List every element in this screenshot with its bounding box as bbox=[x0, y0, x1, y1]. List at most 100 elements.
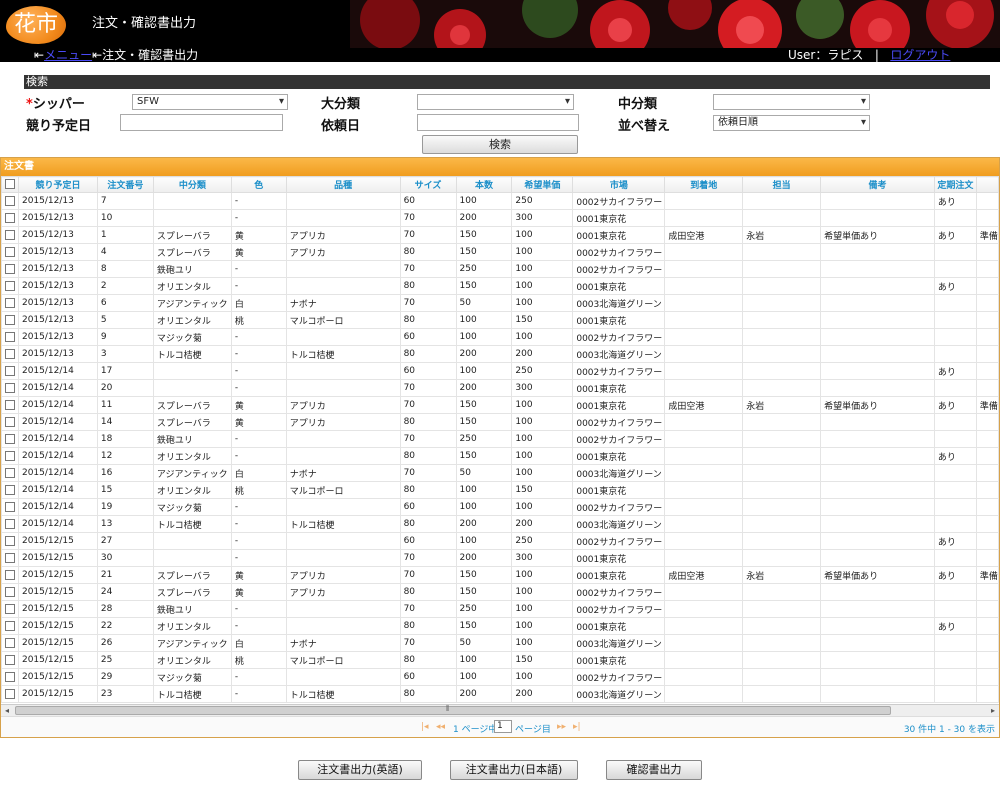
table-row[interactable]: 2015/12/15 27 - 60 100 250 0002サカイフラワー あり bbox=[1, 532, 999, 550]
table-row[interactable]: 2015/12/15 22 オリエンタル - 80 150 100 0001東京花 あり bbox=[1, 617, 999, 635]
mid-category-select[interactable] bbox=[713, 94, 870, 110]
row-checkbox[interactable] bbox=[1, 447, 19, 465]
column-header[interactable]: 定期注文 bbox=[933, 176, 977, 193]
column-header[interactable]: 備考 bbox=[820, 176, 935, 193]
row-checkbox[interactable] bbox=[1, 651, 19, 669]
table-row[interactable]: 2015/12/13 9 マジック菊 -60 100 100 0002サカイフラワー bbox=[1, 328, 999, 346]
prev-page-icon[interactable]: ◂◂ bbox=[436, 722, 445, 732]
table-row[interactable]: 2015/12/13 5 オリエンタル桃マルコポーロ 80 100 150 0001東京花 bbox=[1, 311, 999, 329]
table-row[interactable]: 2015/12/15 21 スプレーバラ黄アプリカ 70 150 100 0001東京花 成田… bbox=[1, 566, 999, 584]
row-checkbox[interactable] bbox=[1, 566, 19, 584]
column-header[interactable]: 到着地 bbox=[664, 176, 744, 193]
column-header[interactable]: 中分類 bbox=[152, 176, 232, 193]
column-header[interactable]: 担当 bbox=[742, 176, 822, 193]
table-row[interactable]: 2015/12/13 6 アジアンティック白ナボナ 70 50 100 0003北海道グリー… bbox=[1, 294, 999, 312]
table-cell: 0002サカイフラワー bbox=[572, 498, 666, 516]
table-row[interactable]: 2015/12/13 4 スプレーバラ黄アプリカ 80 150 100 0002サカイフラワ… bbox=[1, 243, 999, 261]
table-cell: トルコ桔梗 bbox=[285, 685, 401, 703]
scroll-left-icon[interactable]: ◂ bbox=[1, 705, 13, 716]
table-cell bbox=[285, 192, 401, 210]
table-row[interactable]: 2015/12/14 18 鉄砲ユリ - 70 250 100 0002サカイフラワー bbox=[1, 430, 999, 448]
row-checkbox[interactable] bbox=[1, 226, 19, 244]
table-row[interactable]: 2015/12/14 14 スプレーバラ黄アプリカ 80 150 100 0002サカイフラ… bbox=[1, 413, 999, 431]
first-page-icon[interactable]: |◂ bbox=[421, 722, 429, 732]
order-output-japanese-button[interactable]: 注文書出力(日本語) bbox=[450, 760, 578, 780]
table-row[interactable]: 2015/12/13 7 - 60 100 250 0002サカイフラワー あり bbox=[1, 192, 999, 210]
table-row[interactable]: 2015/12/15 24 スプレーバラ黄アプリカ 80 150 100 0002サカイフラ… bbox=[1, 583, 999, 601]
column-header[interactable]: 品種 bbox=[285, 176, 401, 193]
row-checkbox[interactable] bbox=[1, 634, 19, 652]
table-row[interactable]: 2015/12/13 8 鉄砲ユリ - 70 250 100 0002サカイフラワー bbox=[1, 260, 999, 278]
table-row[interactable]: 2015/12/13 2 オリエンタル - 80 150 100 0001東京花 あり bbox=[1, 277, 999, 295]
column-header[interactable]: サイズ bbox=[399, 176, 457, 193]
last-page-icon[interactable]: ▸| bbox=[573, 722, 581, 732]
scrollbar-thumb[interactable]: ⦀ bbox=[15, 704, 891, 715]
row-checkbox[interactable] bbox=[1, 600, 19, 618]
major-category-select[interactable] bbox=[417, 94, 574, 110]
row-checkbox[interactable] bbox=[1, 328, 19, 346]
auction-date-input[interactable] bbox=[120, 114, 283, 131]
major-category-label: 大分類 bbox=[321, 97, 361, 112]
table-row[interactable]: 2015/12/14 19 マジック菊 -60 100 100 0002サカイフラワー bbox=[1, 498, 999, 516]
horizontal-scrollbar[interactable]: ◂ ⦀ ▸ bbox=[1, 704, 999, 716]
row-checkbox[interactable] bbox=[1, 464, 19, 482]
table-row[interactable]: 2015/12/14 11 スプレーバラ黄アプリカ 70 150 100 0001東京花 成田… bbox=[1, 396, 999, 414]
table-row[interactable]: 2015/12/14 20 - 70 200 300 0001東京花 bbox=[1, 379, 999, 397]
column-header[interactable]: 希望単価 bbox=[511, 176, 574, 193]
table-row[interactable]: 2015/12/15 28 鉄砲ユリ - 70 250 100 0002サカイフラワー bbox=[1, 600, 999, 618]
menu-link[interactable]: メニュー bbox=[44, 48, 92, 62]
table-row[interactable]: 2015/12/15 25 オリエンタル桃マルコポーロ 80 100 150 0001東京花 bbox=[1, 651, 999, 669]
row-checkbox[interactable] bbox=[1, 209, 19, 227]
row-checkbox[interactable] bbox=[1, 498, 19, 516]
row-checkbox[interactable] bbox=[1, 668, 19, 686]
row-checkbox[interactable] bbox=[1, 345, 19, 363]
shipper-select[interactable]: SFW bbox=[132, 94, 288, 110]
row-checkbox[interactable] bbox=[1, 617, 19, 635]
row-checkbox[interactable] bbox=[1, 685, 19, 703]
select-all-checkbox[interactable] bbox=[1, 176, 19, 193]
table-cell: 150 bbox=[511, 651, 574, 669]
scroll-right-icon[interactable]: ▸ bbox=[987, 705, 999, 716]
table-row[interactable]: 2015/12/15 26 アジアンティック白ナボナ 70 50 100 0003北海道グリ… bbox=[1, 634, 999, 652]
order-output-english-button[interactable]: 注文書出力(英語) bbox=[298, 760, 422, 780]
column-header[interactable]: 競り予定日 bbox=[17, 176, 98, 193]
column-header[interactable]: 本数 bbox=[455, 176, 513, 193]
table-row[interactable]: 2015/12/15 29 マジック菊 -60 100 100 0002サカイフラワー bbox=[1, 668, 999, 686]
row-checkbox[interactable] bbox=[1, 430, 19, 448]
table-row[interactable]: 2015/12/13 3 トルコ桔梗 - トルコ桔梗 80 200 200 0003北海道グリー… bbox=[1, 345, 999, 363]
row-checkbox[interactable] bbox=[1, 362, 19, 380]
next-page-icon[interactable]: ▸▸ bbox=[557, 722, 566, 732]
column-header[interactable]: 色 bbox=[230, 176, 287, 193]
row-checkbox[interactable] bbox=[1, 413, 19, 431]
row-checkbox[interactable] bbox=[1, 549, 19, 567]
logout-link[interactable]: ログアウト bbox=[890, 48, 950, 62]
row-checkbox[interactable] bbox=[1, 294, 19, 312]
table-row[interactable]: 2015/12/14 13 トルコ桔梗 - トルコ桔梗 80 200 200 0003北海道グリ… bbox=[1, 515, 999, 533]
row-checkbox[interactable] bbox=[1, 583, 19, 601]
table-row[interactable]: 2015/12/14 17 - 60 100 250 0002サカイフラワー あり bbox=[1, 362, 999, 380]
table-row[interactable]: 2015/12/13 1 スプレーバラ黄アプリカ 70 150 100 0001東京花 成田空… bbox=[1, 226, 999, 244]
row-checkbox[interactable] bbox=[1, 277, 19, 295]
request-date-input[interactable] bbox=[417, 114, 579, 131]
page-number-input[interactable]: 1 bbox=[494, 720, 512, 733]
sort-select[interactable]: 依頼日順 bbox=[713, 115, 870, 131]
row-checkbox[interactable] bbox=[1, 243, 19, 261]
row-checkbox[interactable] bbox=[1, 311, 19, 329]
table-row[interactable]: 2015/12/13 10 - 70 200 300 0001東京花 bbox=[1, 209, 999, 227]
column-header[interactable]: 注文番号 bbox=[96, 176, 154, 193]
row-checkbox[interactable] bbox=[1, 260, 19, 278]
table-row[interactable]: 2015/12/14 15 オリエンタル桃マルコポーロ 80 100 150 0001東京花 bbox=[1, 481, 999, 499]
table-row[interactable]: 2015/12/14 12 オリエンタル - 80 150 100 0001東京花 あり bbox=[1, 447, 999, 465]
table-row[interactable]: 2015/12/14 16 アジアンティック白ナボナ 70 50 100 0003北海道グリ… bbox=[1, 464, 999, 482]
row-checkbox[interactable] bbox=[1, 515, 19, 533]
row-checkbox[interactable] bbox=[1, 192, 19, 210]
table-row[interactable]: 2015/12/15 23 トルコ桔梗 - トルコ桔梗 80 200 200 0003北海道グリ… bbox=[1, 685, 999, 703]
row-checkbox[interactable] bbox=[1, 481, 19, 499]
confirmation-output-button[interactable]: 確認書出力 bbox=[606, 760, 702, 780]
row-checkbox[interactable] bbox=[1, 396, 19, 414]
table-row[interactable]: 2015/12/15 30 - 70 200 300 0001東京花 bbox=[1, 549, 999, 567]
row-checkbox[interactable] bbox=[1, 532, 19, 550]
search-button[interactable]: 検索 bbox=[422, 135, 578, 154]
row-checkbox[interactable] bbox=[1, 379, 19, 397]
column-header[interactable]: 市場 bbox=[572, 176, 666, 193]
